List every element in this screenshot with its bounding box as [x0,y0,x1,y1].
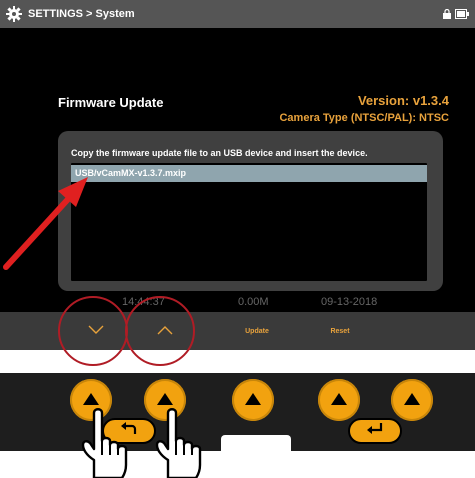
annotation-circle-up [125,296,195,366]
battery-icon [455,9,469,22]
size-readout: 0.00M [238,296,269,308]
hardware-button-5[interactable] [391,379,433,421]
file-list-item-selected[interactable]: USB/vCamMX-v1.3.7.mxip [71,165,427,182]
triangle-up-icon [83,393,99,405]
pointing-hand-icon [155,408,202,478]
update-button[interactable]: Update [232,312,282,350]
gear-icon [5,5,23,23]
triangle-up-icon [157,393,173,405]
enter-button[interactable] [348,418,402,444]
hardware-button-3[interactable] [232,379,274,421]
enter-icon [365,422,385,441]
hardware-button-4[interactable] [318,379,360,421]
triangle-up-icon [245,393,261,405]
lock-icon [443,8,451,22]
firmware-title: Firmware Update [58,95,164,110]
title-bar: SETTINGS > System [0,0,475,28]
instruction-text: Copy the firmware update file to an USB … [71,148,368,158]
reset-button[interactable]: Reset [315,312,365,350]
triangle-up-icon [331,393,347,405]
triangle-up-icon [404,393,420,405]
date-readout: 09-13-2018 [321,296,378,308]
pointing-hand-icon [81,408,128,478]
status-icons [443,8,469,22]
camera-type-label: Camera Type (NTSC/PAL): NTSC [279,112,449,124]
breadcrumb: SETTINGS > System [28,8,135,20]
update-dialog: Copy the firmware update file to an USB … [58,131,443,291]
version-label: Version: v1.3.4 [357,93,449,108]
file-list: USB/vCamMX-v1.3.7.mxip [71,163,427,281]
device-label-plate [221,435,291,478]
annotation-circle-down [58,296,128,366]
annotation-arrow-icon [3,177,88,270]
